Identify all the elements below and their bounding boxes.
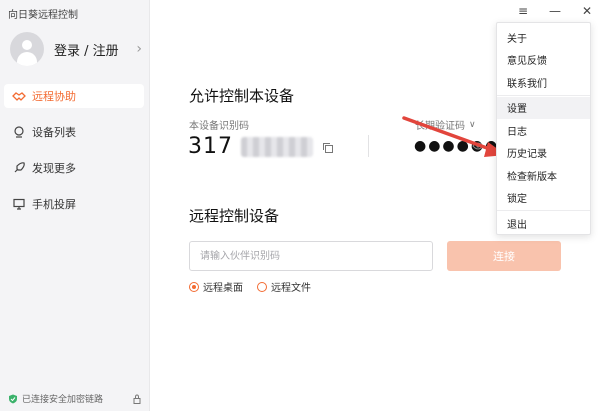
sidebar-item-discover[interactable]: 发现更多 xyxy=(4,156,144,180)
chevron-right-icon: › xyxy=(136,41,142,57)
menu-item-about[interactable]: 关于 xyxy=(497,26,590,49)
radio-remote-file[interactable]: 远程文件 xyxy=(257,279,311,294)
sidebar-nav: 远程协助 设备列表 发现更多 手机投屏 xyxy=(4,84,144,228)
remote-control-title: 远程控制设备 xyxy=(189,207,280,225)
menu-item-exit[interactable]: 退出 xyxy=(497,212,590,235)
chevron-down-icon: ∨ xyxy=(469,119,476,130)
sidebar-item-remote-assist[interactable]: 远程协助 xyxy=(4,84,144,108)
login-register-button[interactable]: 登录 / 注册 › xyxy=(10,30,142,68)
radio-label: 远程文件 xyxy=(271,283,311,294)
handshake-icon xyxy=(12,89,26,103)
rocket-icon xyxy=(12,161,26,175)
menu-item-lock[interactable]: 锁定 xyxy=(497,187,590,210)
main-menu-dropdown: 关于 意见反馈 联系我们 设置 日志 历史记录 检查新版本 锁定 退出 xyxy=(496,22,591,235)
long-term-code-label: 长期验证码 xyxy=(415,121,465,132)
sidebar-item-device-list[interactable]: 设备列表 xyxy=(4,120,144,144)
sidebar-item-label: 设备列表 xyxy=(32,126,76,139)
avatar-icon xyxy=(10,32,44,66)
lock-icon[interactable] xyxy=(132,393,142,404)
radio-dot xyxy=(189,281,199,292)
menu-item-log[interactable]: 日志 xyxy=(497,119,590,142)
divider xyxy=(368,135,369,157)
menu-item-check-update[interactable]: 检查新版本 xyxy=(497,164,590,187)
connection-mode-options: 远程桌面 远程文件 xyxy=(189,279,311,294)
radio-dot xyxy=(257,281,267,292)
partner-id-input[interactable] xyxy=(189,241,433,271)
connection-status-text: 已连接安全加密链路 xyxy=(22,395,104,405)
connection-status: 已连接安全加密链路 xyxy=(8,392,142,405)
menu-item-history[interactable]: 历史记录 xyxy=(497,142,590,165)
verification-code: ●●●●●● xyxy=(414,138,500,154)
connect-button[interactable]: 连接 xyxy=(447,241,561,271)
sidebar-item-label: 手机投屏 xyxy=(32,198,76,211)
menu-item-contact[interactable]: 联系我们 xyxy=(497,71,590,94)
screen-cast-icon xyxy=(12,197,26,211)
device-id-redacted xyxy=(241,136,313,157)
sidebar-item-screen-cast[interactable]: 手机投屏 xyxy=(4,192,144,216)
menu-divider xyxy=(497,210,590,211)
eye-icon[interactable] xyxy=(472,141,484,151)
device-id: 317 xyxy=(188,134,313,159)
sidebar-item-label: 远程协助 xyxy=(32,90,76,103)
app-title: 向日葵远程控制 xyxy=(8,10,78,21)
copy-icon[interactable] xyxy=(322,142,334,154)
long-term-code-selector[interactable]: 长期验证码 ∨ xyxy=(415,117,476,133)
sidebar-item-label: 发现更多 xyxy=(32,162,76,175)
shield-check-icon xyxy=(9,394,17,403)
radio-remote-desktop[interactable]: 远程桌面 xyxy=(189,279,243,294)
device-icon xyxy=(12,125,26,139)
menu-item-feedback[interactable]: 意见反馈 xyxy=(497,49,590,72)
radio-label: 远程桌面 xyxy=(203,283,243,294)
login-register-label: 登录 / 注册 xyxy=(54,43,119,59)
allow-control-title: 允许控制本设备 xyxy=(189,87,295,105)
menu-divider xyxy=(497,94,590,96)
device-id-label: 本设备识别码 xyxy=(189,121,249,132)
device-id-prefix: 317 xyxy=(188,134,233,159)
menu-item-settings[interactable]: 设置 xyxy=(497,96,590,119)
sidebar: 向日葵远程控制 登录 / 注册 › 远程协助 设备列表 发现更多 手机投屏 已连… xyxy=(0,0,150,411)
